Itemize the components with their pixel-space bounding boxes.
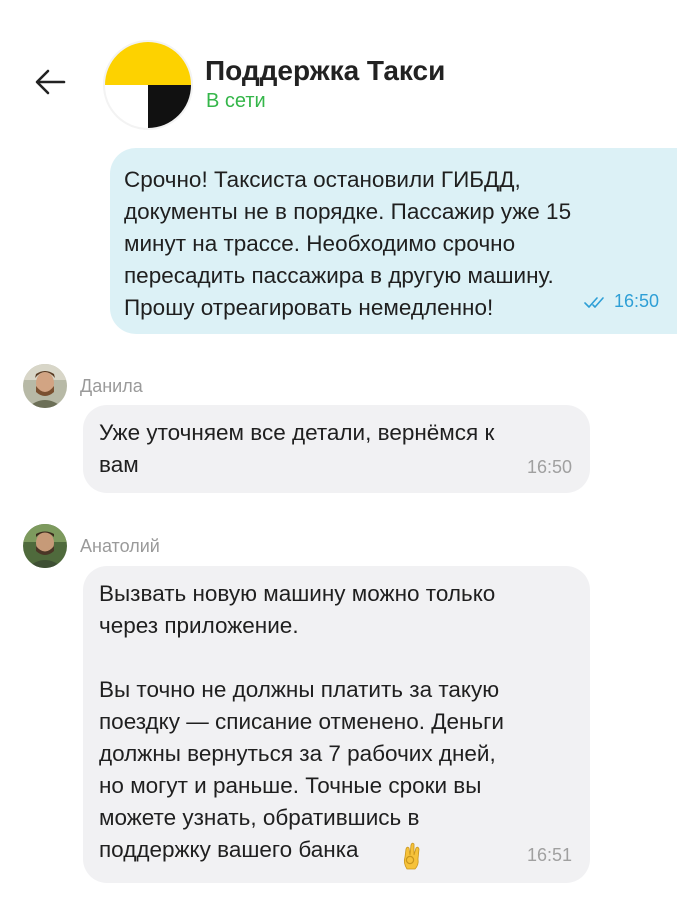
message-time: 16:50: [613, 291, 659, 311]
sender-name: Данила: [80, 376, 143, 396]
back-button[interactable]: [28, 62, 68, 102]
sender-name: Анатолий: [80, 536, 160, 556]
message-time: 16:51: [526, 845, 572, 865]
message-time: 16:50: [526, 457, 572, 477]
chat-title: Поддержка Такси: [205, 55, 446, 86]
chat-avatar[interactable]: [103, 40, 193, 130]
chat-header: Поддержка Такси В сети: [0, 0, 700, 140]
online-status: В сети: [206, 90, 266, 112]
yandex-taxi-logo: [103, 40, 193, 130]
incoming-message[interactable]: Вызвать новую машину можно только через …: [83, 566, 590, 883]
message-text: Вызвать новую машину можно только через …: [99, 581, 504, 862]
avatar[interactable]: [23, 364, 67, 408]
avatar[interactable]: [23, 524, 67, 568]
arrow-left-icon: [35, 69, 66, 95]
ok-hand-icon: [403, 842, 420, 870]
user-avatar-icon: [23, 524, 67, 568]
outgoing-message[interactable]: Срочно! Таксиста остановили ГИБДД, докум…: [110, 148, 677, 334]
incoming-message[interactable]: Уже уточняем все детали, вернёмся к вам …: [83, 405, 590, 493]
user-avatar-icon: [23, 364, 67, 408]
message-text: Уже уточняем все детали, вернёмся к вам: [99, 420, 495, 477]
double-check-icon: [584, 296, 604, 308]
message-meta: 16:50: [584, 291, 659, 312]
